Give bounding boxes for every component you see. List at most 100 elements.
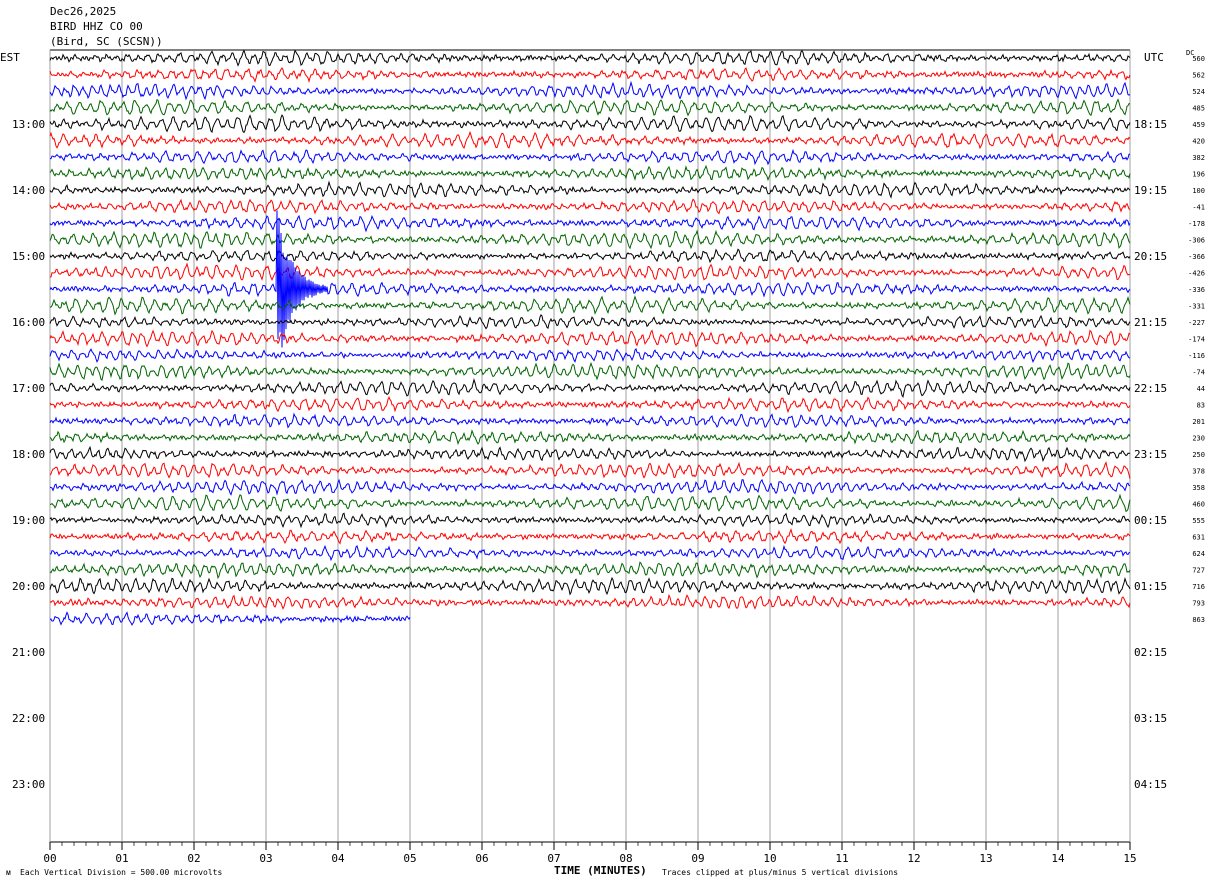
dc-offset-value: -41 (1192, 204, 1205, 212)
dc-offset-value: 100 (1192, 187, 1205, 195)
dc-offset-value: 863 (1192, 616, 1205, 624)
left-hour-label: 18:00 (12, 448, 45, 461)
dc-offset-value: -426 (1188, 270, 1205, 278)
seismic-trace (49, 544, 1131, 562)
seismic-trace (49, 412, 1131, 429)
dc-offset-header: DC (1186, 49, 1195, 57)
seismic-trace (49, 429, 1131, 446)
dc-offset-value: -306 (1188, 237, 1205, 245)
dc-offset-value: 196 (1192, 171, 1205, 179)
dc-offset-value: -178 (1188, 220, 1205, 228)
seismic-trace (49, 80, 1131, 101)
dc-offset-value: 562 (1192, 72, 1205, 80)
seismic-trace (49, 361, 1131, 381)
seismic-trace (49, 180, 1131, 199)
left-hour-label: 14:00 (12, 184, 45, 197)
dc-offset-value: -74 (1192, 369, 1205, 377)
seismic-trace (49, 395, 1131, 414)
x-tick-label: 03 (259, 852, 272, 865)
seismic-trace (49, 164, 1131, 182)
seismic-trace (49, 248, 1131, 264)
x-tick-label: 14 (1051, 852, 1065, 865)
seismic-trace (49, 229, 1131, 250)
right-hour-label: 02:15 (1134, 646, 1167, 659)
x-tick-label: 06 (475, 852, 488, 865)
dc-offset-value: 83 (1197, 402, 1205, 410)
right-hour-label: 23:15 (1134, 448, 1167, 461)
x-tick-label: 00 (43, 852, 56, 865)
right-hour-label: 04:15 (1134, 778, 1167, 791)
right-hour-label: 20:15 (1134, 250, 1167, 263)
seismic-trace (49, 611, 411, 626)
dc-offset-value: 624 (1192, 550, 1205, 558)
axis-labels: 00 01 02 03 04 05 06 07 08 09 10 11 12 13 14 1513:00 18:… (12, 55, 1205, 865)
seismogram-plot: 00 01 02 03 04 05 06 07 08 09 10 11 12 13 14 1513:00 18:… (12, 49, 1205, 865)
x-tick-label: 10 (763, 852, 776, 865)
right-hour-label: 22:15 (1134, 382, 1167, 395)
left-hour-label: 19:00 (12, 514, 45, 527)
x-tick-label: 15 (1123, 852, 1136, 865)
x-axis-title: TIME (MINUTES) (554, 864, 647, 877)
dc-offset-value: 201 (1192, 418, 1205, 426)
seismic-trace (49, 593, 1131, 610)
seismic-trace (49, 561, 1131, 580)
left-hour-label: 22:00 (12, 712, 45, 725)
x-tick-label: 02 (187, 852, 200, 865)
dc-offset-value: 524 (1192, 88, 1205, 96)
dc-offset-value: 382 (1192, 154, 1205, 162)
seismic-trace (49, 98, 1131, 117)
seismic-trace (49, 512, 1131, 529)
dc-offset-value: -331 (1188, 303, 1205, 311)
dc-offset-value: 727 (1192, 567, 1205, 575)
left-hour-label: 21:00 (12, 646, 45, 659)
seismic-trace (49, 329, 1131, 348)
seismic-trace (49, 348, 1131, 364)
dc-offset-value: -174 (1188, 336, 1205, 344)
right-timezone-label: UTC (1144, 51, 1164, 64)
seismic-trace (49, 295, 1131, 316)
seismic-trace (49, 214, 1131, 233)
right-hour-label: 21:15 (1134, 316, 1167, 329)
dc-offset-value: -227 (1188, 319, 1205, 327)
dc-offset-value: 250 (1192, 451, 1205, 459)
seismic-trace (49, 148, 1130, 166)
header-station: BIRD HHZ CO 00 (50, 20, 143, 33)
right-hour-label: 00:15 (1134, 514, 1167, 527)
dc-offset-value: 230 (1192, 435, 1205, 443)
right-hour-label: 19:15 (1134, 184, 1167, 197)
dc-offset-value: 459 (1192, 121, 1205, 129)
dc-offset-value: 793 (1192, 600, 1205, 608)
seismic-trace (49, 114, 1131, 134)
seismic-trace (49, 378, 1131, 399)
dc-offset-value: 378 (1192, 468, 1205, 476)
right-hour-label: 18:15 (1134, 118, 1167, 131)
dc-offset-value: 420 (1192, 138, 1205, 146)
seismic-trace (49, 49, 1131, 67)
seismic-traces (49, 49, 1131, 626)
seismic-trace (49, 493, 1131, 513)
x-tick-label: 09 (691, 852, 704, 865)
dc-offset-value: -116 (1188, 352, 1205, 360)
x-tick-label: 13 (979, 852, 992, 865)
seismic-trace (49, 262, 1131, 282)
right-hour-label: 03:15 (1134, 712, 1167, 725)
dc-offset-value: 631 (1192, 534, 1205, 542)
clip-note: Traces clipped at plus/minus 5 vertical … (662, 868, 899, 877)
x-tick-label: 12 (907, 852, 920, 865)
seismic-trace (49, 478, 1131, 496)
left-hour-label: 23:00 (12, 778, 45, 791)
dc-offset-value: 555 (1192, 517, 1205, 525)
left-hour-label: 20:00 (12, 580, 45, 593)
seismic-trace (49, 210, 1131, 348)
dc-offset-value: 358 (1192, 484, 1205, 492)
seismic-trace (49, 445, 1131, 463)
division-note: Each Vertical Division = 500.00 microvol… (20, 868, 223, 877)
seismic-trace (49, 461, 1131, 479)
seismic-trace (49, 528, 1131, 545)
x-tick-label: 05 (403, 852, 416, 865)
minute-gridlines (49, 49, 1131, 850)
left-hour-label: 17:00 (12, 382, 45, 395)
seismic-trace (49, 198, 1131, 215)
left-hour-label: 16:00 (12, 316, 45, 329)
dc-offset-value: -366 (1188, 253, 1205, 261)
